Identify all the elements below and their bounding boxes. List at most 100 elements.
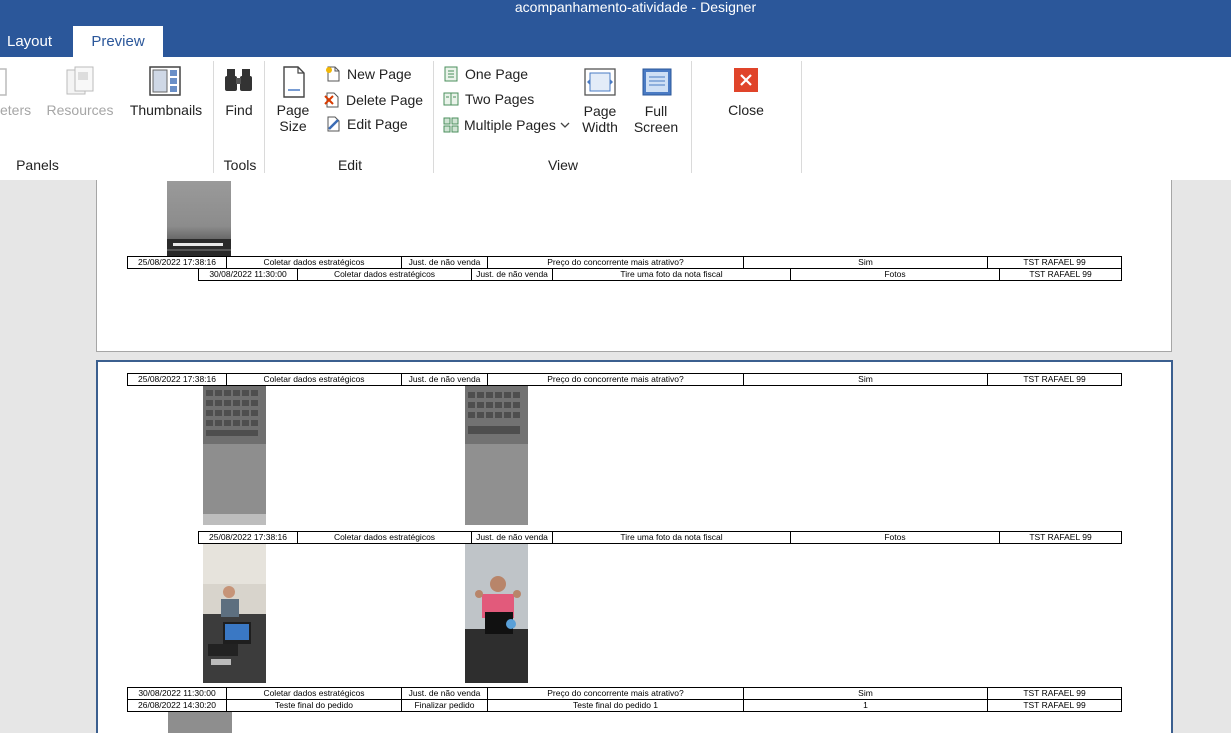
chevron-down-icon[interactable]	[560, 121, 570, 129]
cell-question: Preço do concorrente mais atrativo?	[488, 257, 744, 268]
cell-user: TST RAFAEL 99	[1023, 374, 1086, 384]
cell-type: Just. de não venda	[402, 688, 488, 699]
ribbon: eters Resources Thumbnails Panels Find T…	[0, 57, 1231, 181]
separator	[433, 61, 434, 173]
photo-person-laptop	[465, 544, 528, 683]
separator	[264, 61, 265, 173]
cell-answer: Sim	[744, 257, 988, 268]
cell-question: Preço do concorrente mais atrativo?	[488, 374, 744, 385]
report-page-selected: 25/08/2022 17:38:16 Coletar dados estrat…	[96, 360, 1173, 733]
full-screen-label-line1: Full	[644, 103, 668, 119]
cell-datetime: 26/08/2022 14:30:20	[128, 700, 227, 711]
cell-answer: Sim	[744, 374, 988, 385]
new-page-icon	[326, 66, 340, 82]
separator	[213, 61, 214, 173]
cell-user: TST RAFAEL 99	[1023, 700, 1086, 710]
cell-activity: Coletar dados estratégicos	[298, 532, 472, 543]
multiple-pages-button[interactable]: Multiple Pages	[464, 117, 556, 133]
cell-datetime: 30/08/2022 11:30:00	[199, 269, 298, 280]
full-screen-icon	[642, 68, 672, 96]
cell-answer: Sim	[744, 688, 988, 699]
page-width-button[interactable]: Page Width	[576, 103, 624, 135]
page-width-label-line1: Page	[583, 103, 617, 119]
find-button[interactable]: Find	[220, 102, 258, 118]
photo-image	[168, 712, 232, 733]
page-width-icon	[584, 68, 616, 96]
report-row: 30/08/2022 11:30:00 Coletar dados estrat…	[198, 268, 1122, 281]
cell-activity: Coletar dados estratégicos	[227, 374, 402, 385]
panels-group-label: Panels	[16, 157, 59, 173]
photo-image	[465, 544, 528, 683]
preview-area[interactable]: 25/08/2022 17:38:16 Coletar dados estrat…	[0, 180, 1231, 733]
cell-datetime: 25/08/2022 17:38:16	[199, 532, 298, 543]
cell-user: TST RAFAEL 99	[1023, 257, 1086, 267]
cell-answer: Fotos	[791, 532, 1000, 543]
cell-user: TST RAFAEL 99	[1029, 532, 1092, 542]
delete-page-button[interactable]: Delete Page	[346, 92, 423, 108]
photo-keyboard	[168, 712, 232, 733]
cell-question: Preço do concorrente mais atrativo?	[488, 688, 744, 699]
page-width-label-line2: Width	[582, 119, 618, 135]
cell-user: TST RAFAEL 99	[1029, 269, 1092, 279]
close-button[interactable]: Close	[720, 102, 772, 118]
cell-type: Just. de não venda	[402, 374, 488, 385]
cell-type: Just. de não venda	[472, 269, 553, 280]
report-row: 25/08/2022 17:38:16 Coletar dados estrat…	[198, 531, 1122, 544]
photo-person-office	[203, 544, 266, 683]
two-pages-icon	[443, 92, 459, 106]
resources-button[interactable]: Resources	[45, 102, 115, 118]
thumbnails-button[interactable]: Thumbnails	[128, 102, 204, 118]
cell-user: TST RAFAEL 99	[1023, 688, 1086, 698]
cell-answer: 1	[744, 700, 988, 711]
photo-keyboard	[203, 386, 266, 525]
edit-page-icon	[327, 116, 340, 132]
photo-image	[167, 181, 231, 256]
window-title: acompanhamento-atividade - Designer	[514, 0, 757, 15]
parameters-button[interactable]: eters	[0, 102, 31, 118]
tab-preview[interactable]: Preview	[73, 26, 163, 58]
one-page-button[interactable]: One Page	[465, 66, 528, 82]
title-bar: acompanhamento-atividade - Designer Layo…	[0, 0, 1231, 58]
full-screen-button[interactable]: Full Screen	[630, 103, 682, 135]
cell-datetime: 25/08/2022 17:38:16	[128, 257, 227, 268]
cell-question: Tire uma foto da nota fiscal	[553, 532, 791, 543]
edit-group-label: Edit	[337, 157, 363, 173]
page-size-icon	[283, 66, 305, 98]
thumbnails-icon	[149, 66, 181, 96]
delete-page-icon	[324, 92, 339, 108]
cell-datetime: 30/08/2022 11:30:00	[128, 688, 227, 699]
report-page: 25/08/2022 17:38:16 Coletar dados estrat…	[96, 180, 1172, 352]
full-screen-label-line2: Screen	[633, 119, 679, 135]
cell-activity: Teste final do pedido	[227, 700, 402, 711]
page-size-label-line1: Page	[276, 102, 310, 118]
tab-layout[interactable]: Layout	[7, 26, 52, 57]
binoculars-icon	[225, 69, 252, 91]
two-pages-button[interactable]: Two Pages	[465, 91, 534, 107]
cell-datetime: 25/08/2022 17:38:16	[128, 374, 227, 385]
separator	[801, 61, 802, 173]
edit-page-button[interactable]: Edit Page	[347, 116, 408, 132]
page-size-label-line2: Size	[279, 118, 307, 134]
report-row: 26/08/2022 14:30:20 Teste final do pedid…	[127, 699, 1122, 712]
parameters-icon	[0, 68, 7, 96]
resources-icon	[66, 66, 94, 95]
photo-image	[465, 386, 528, 525]
cell-activity: Coletar dados estratégicos	[298, 269, 472, 280]
cell-type: Finalizar pedido	[402, 700, 488, 711]
cell-question: Teste final do pedido 1	[488, 700, 744, 711]
photo-keyboard	[465, 386, 528, 525]
photo-keyboard	[167, 181, 231, 256]
view-group-label: View	[547, 157, 579, 173]
cell-answer: Fotos	[791, 269, 1000, 280]
cell-activity: Coletar dados estratégicos	[227, 257, 402, 268]
one-page-icon	[444, 66, 458, 82]
new-page-button[interactable]: New Page	[347, 66, 412, 82]
cell-activity: Coletar dados estratégicos	[227, 688, 402, 699]
cell-type: Just. de não venda	[472, 532, 553, 543]
cell-question: Tire uma foto da nota fiscal	[553, 269, 791, 280]
page-size-button[interactable]: Page Size	[271, 102, 315, 134]
cell-type: Just. de não venda	[402, 257, 488, 268]
photo-image	[203, 386, 266, 525]
report-row: 25/08/2022 17:38:16 Coletar dados estrat…	[127, 373, 1122, 386]
multiple-pages-icon	[443, 117, 459, 133]
